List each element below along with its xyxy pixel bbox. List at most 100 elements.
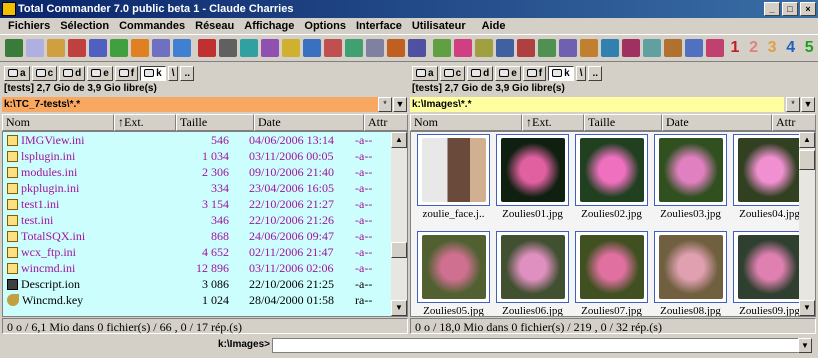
toolbar-button-num-4[interactable]: 4 [782,37,800,59]
right-drive-e[interactable]: e [495,65,521,81]
close-button[interactable]: × [800,2,816,16]
toolbar-button-num-3[interactable]: 3 [763,37,781,59]
thumbnail-item[interactable]: Zoulies07.jpg [573,231,650,316]
toolbar-button-1[interactable] [4,37,24,59]
right-drive-c[interactable]: c [439,65,466,81]
right-scrollbar[interactable]: ▲ ▼ [799,132,815,316]
title-bar[interactable]: Total Commander 7.0 public beta 1 - Clau… [0,0,818,18]
toolbar-button-14[interactable] [281,37,301,59]
left-drive-parent[interactable]: .. [180,65,195,81]
right-col-name[interactable]: Nom [410,114,522,131]
toolbar-button-4[interactable] [67,37,87,59]
scroll-down-icon[interactable]: ▼ [799,300,815,316]
toolbar-button-2[interactable] [25,37,45,59]
toolbar-button-34[interactable] [705,37,725,59]
toolbar-button-num-2[interactable]: 2 [745,37,763,59]
table-row[interactable]: test.ini 346 22/10/2006 21:26 -a-- [3,212,407,228]
minimize-button[interactable]: _ [764,2,780,16]
left-path[interactable]: k:\TC_7-tests\*.* [2,97,378,112]
left-col-ext[interactable]: ↑Ext. [114,114,176,131]
left-drive-f[interactable]: f [114,65,139,81]
toolbar-button-12[interactable] [239,37,259,59]
toolbar-button-29[interactable] [600,37,620,59]
toolbar-button-16[interactable] [323,37,343,59]
thumbnail-item[interactable]: Zoulies01.jpg [494,134,571,231]
command-input[interactable] [272,338,812,353]
right-hotlist-button[interactable]: ▼ [801,97,815,112]
thumbnail-item[interactable]: Zoulies05.jpg [415,231,492,316]
left-hotlist-button[interactable]: ▼ [393,97,407,112]
toolbar-button-13[interactable] [260,37,280,59]
table-row[interactable]: wcx_ftp.ini 4 652 02/11/2006 21:47 -a-- [3,244,407,260]
toolbar-button-21[interactable] [432,37,452,59]
toolbar-button-24[interactable] [495,37,515,59]
toolbar-button-9[interactable] [172,37,192,59]
left-drive-e[interactable]: e [87,65,113,81]
thumbnail-item[interactable]: Zoulies06.jpg [494,231,571,316]
right-drive-root[interactable]: \ [575,65,587,81]
table-row[interactable]: wincmd.ini 12 896 03/11/2006 02:06 -a-- [3,260,407,276]
toolbar-button-25[interactable] [516,37,536,59]
toolbar-button-15[interactable] [302,37,322,59]
toolbar-button-11[interactable] [218,37,238,59]
right-col-date[interactable]: Date [662,114,772,131]
right-drive-parent[interactable]: .. [588,65,603,81]
left-file-list[interactable]: IMGView.ini 546 04/06/2006 13:14 -a-- lsplug… [2,131,408,317]
scroll-up-icon[interactable]: ▲ [391,132,407,148]
menu-aide[interactable]: Aide [480,18,514,34]
table-row[interactable]: TotalSQX.ini 868 24/06/2006 09:47 -a-- [3,228,407,244]
left-drive-k[interactable]: k [140,65,166,81]
menu-fichiers[interactable]: Fichiers [6,18,58,34]
right-drive-a[interactable]: a [412,65,438,81]
menu-reseau[interactable]: Réseau [193,18,242,34]
scroll-up-icon[interactable]: ▲ [799,132,815,148]
left-col-attr[interactable]: Attr [364,114,408,131]
left-col-size[interactable]: Taille [176,114,254,131]
toolbar-button-10[interactable] [197,37,217,59]
toolbar-button-19[interactable] [386,37,406,59]
toolbar-button-17[interactable] [344,37,364,59]
table-row[interactable]: modules.ini 2 306 09/10/2006 21:40 -a-- [3,164,407,180]
table-row[interactable]: lsplugin.ini 1 034 03/11/2006 00:05 -a-- [3,148,407,164]
thumbnail-item[interactable]: Zoulies04.jpg [731,134,808,231]
toolbar-button-33[interactable] [684,37,704,59]
table-row[interactable]: IMGView.ini 546 04/06/2006 13:14 -a-- [3,132,407,148]
left-drive-d[interactable]: d [59,65,86,81]
right-drive-f[interactable]: f [522,65,547,81]
toolbar-button-7[interactable] [130,37,150,59]
toolbar-button-28[interactable] [579,37,599,59]
table-row[interactable]: Wincmd.key 1 024 28/04/2000 01:58 ra-- [3,292,407,308]
menu-utilisateur[interactable]: Utilisateur [410,18,474,34]
right-history-button[interactable]: * [786,97,800,112]
left-drive-c[interactable]: c [31,65,58,81]
menu-affichage[interactable]: Affichage [242,18,302,34]
right-col-size[interactable]: Taille [584,114,662,131]
table-row[interactable]: test1.ini 3 154 22/10/2006 21:27 -a-- [3,196,407,212]
left-drive-root[interactable]: \ [167,65,179,81]
menu-selection[interactable]: Sélection [58,18,117,34]
maximize-button[interactable]: □ [782,2,798,16]
right-col-attr[interactable]: Attr [772,114,816,131]
toolbar-button-20[interactable] [407,37,427,59]
menu-commandes[interactable]: Commandes [117,18,193,34]
toolbar-button-6[interactable] [109,37,129,59]
toolbar-button-27[interactable] [558,37,578,59]
left-col-name[interactable]: Nom [2,114,114,131]
toolbar-button-31[interactable] [642,37,662,59]
right-path[interactable]: k:\Images\*.* [410,97,784,112]
toolbar-button-32[interactable] [663,37,683,59]
thumbnail-item[interactable]: Zoulies03.jpg [652,134,729,231]
thumbnail-item[interactable]: Zoulies08.jpg [652,231,729,316]
left-col-date[interactable]: Date [254,114,364,131]
toolbar-button-3[interactable] [46,37,66,59]
table-row[interactable]: pkplugin.ini 334 23/04/2006 16:05 -a-- [3,180,407,196]
toolbar-button-26[interactable] [537,37,557,59]
thumbnail-item[interactable]: zoulie_face.j.. [415,134,492,231]
toolbar-button-30[interactable] [621,37,641,59]
right-drive-k[interactable]: k [548,65,574,81]
toolbar-button-num-1[interactable]: 1 [726,37,744,59]
right-drive-d[interactable]: d [467,65,494,81]
toolbar-button-23[interactable] [474,37,494,59]
command-dropdown-icon[interactable]: ▼ [798,338,812,353]
toolbar-button-18[interactable] [365,37,385,59]
